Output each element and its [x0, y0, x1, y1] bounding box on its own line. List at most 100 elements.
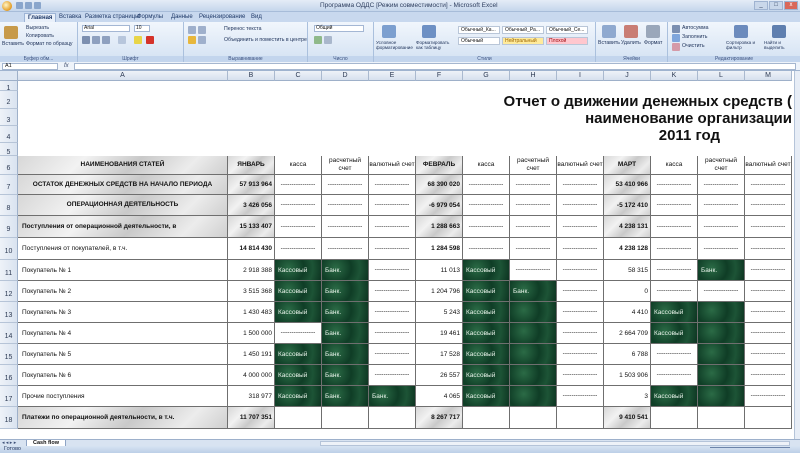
cell-h17[interactable] [510, 386, 557, 407]
cell-e11[interactable]: ---------------- [369, 260, 416, 281]
percent-icon[interactable] [324, 36, 332, 44]
cell-c9[interactable]: ---------------- [275, 216, 322, 238]
cell-i9[interactable]: ---------------- [557, 216, 604, 238]
italic-icon[interactable] [92, 36, 100, 44]
maximize-button[interactable]: □ [769, 1, 783, 10]
cell-l12[interactable]: ---------------- [698, 281, 745, 302]
cell-h11[interactable]: ---------------- [510, 260, 557, 281]
number-format-select[interactable]: Общий [314, 25, 364, 32]
cell-d13[interactable]: Банк. [322, 302, 369, 323]
sort-filter-button[interactable]: Сортировка и фильтр [726, 40, 760, 50]
cell-e7[interactable]: ---------------- [369, 175, 416, 195]
format-as-table-button[interactable]: Форматировать как таблицу [416, 40, 456, 50]
row-header-11[interactable]: 11 [0, 260, 18, 281]
cell-d16[interactable]: Банк. [322, 365, 369, 386]
cell-m9[interactable]: ---------------- [745, 216, 792, 238]
cell-d11[interactable]: Банк. [322, 260, 369, 281]
paste-button[interactable]: Вставить [2, 41, 24, 47]
redo-icon[interactable] [34, 2, 41, 9]
cell-l16[interactable] [698, 365, 745, 386]
fill-color-icon[interactable] [134, 36, 142, 44]
tab-insert[interactable]: Вставка [56, 13, 84, 22]
cell-c17[interactable]: Кассовый [275, 386, 322, 407]
cell-m10[interactable]: ---------------- [745, 238, 792, 260]
column-header-j[interactable]: J [604, 71, 651, 81]
row-header-2[interactable]: 2 [0, 91, 18, 109]
cell-k7[interactable]: ---------------- [651, 175, 698, 195]
clear-button[interactable]: Очистить [682, 43, 705, 49]
cell-l10[interactable]: ---------------- [698, 238, 745, 260]
conditional-formatting-button[interactable]: Условное форматирование [376, 40, 416, 50]
align-top-icon[interactable] [188, 26, 196, 34]
cell-d9[interactable]: ---------------- [322, 216, 369, 238]
style-cell-1[interactable]: Обычный_Ка... [458, 26, 500, 34]
row-header-18[interactable]: 18 [0, 407, 18, 429]
cell-k18[interactable] [651, 407, 698, 429]
format-cells-button[interactable]: Формат [644, 40, 662, 46]
format-cells-icon[interactable] [646, 25, 660, 38]
cell-g10[interactable]: ---------------- [463, 238, 510, 260]
cell-k14[interactable]: Кассовый [651, 323, 698, 344]
minimize-button[interactable]: _ [754, 1, 768, 10]
cell-e8[interactable]: ---------------- [369, 195, 416, 216]
style-bad[interactable]: Плохой [546, 37, 588, 45]
font-name-select[interactable]: Arial [82, 25, 130, 32]
style-cell-2[interactable]: Обычный_Ра... [502, 26, 544, 34]
office-button[interactable] [2, 1, 12, 11]
cell-g18[interactable] [463, 407, 510, 429]
column-header-g[interactable]: G [463, 71, 510, 81]
cell-m12[interactable]: ---------------- [745, 281, 792, 302]
cell-i10[interactable]: ---------------- [557, 238, 604, 260]
cell-k9[interactable]: ---------------- [651, 216, 698, 238]
select-all-corner[interactable] [0, 71, 18, 81]
column-header-f[interactable]: F [416, 71, 463, 81]
format-as-table-icon[interactable] [422, 25, 436, 38]
cell-k15[interactable]: ---------------- [651, 344, 698, 365]
cell-c14[interactable]: ---------------- [275, 323, 322, 344]
cell-l17[interactable] [698, 386, 745, 407]
cell-k13[interactable]: Кассовый [651, 302, 698, 323]
wrap-text-button[interactable]: Перенос текста [224, 26, 262, 32]
align-middle-icon[interactable] [198, 26, 206, 34]
cell-l13[interactable] [698, 302, 745, 323]
conditional-formatting-icon[interactable] [382, 25, 396, 38]
cell-i17[interactable]: ---------------- [557, 386, 604, 407]
cell-i8[interactable]: ---------------- [557, 195, 604, 216]
delete-cells-button[interactable]: Удалить [621, 40, 641, 46]
cell-m17[interactable]: ---------------- [745, 386, 792, 407]
font-color-icon[interactable] [146, 36, 154, 44]
cell-e17[interactable]: Банк. [369, 386, 416, 407]
undo-icon[interactable] [25, 2, 32, 9]
cell-h16[interactable] [510, 365, 557, 386]
cell-l18[interactable] [698, 407, 745, 429]
insert-cells-button[interactable]: Вставить [598, 40, 620, 46]
row-header-9[interactable]: 9 [0, 216, 18, 238]
cell-g15[interactable]: Кассовый [463, 344, 510, 365]
cell-c7[interactable]: ---------------- [275, 175, 322, 195]
save-icon[interactable] [16, 2, 23, 9]
autosum-icon[interactable] [672, 25, 680, 33]
cell-i12[interactable]: ---------------- [557, 281, 604, 302]
cell-g17[interactable]: Кассовый [463, 386, 510, 407]
cell-k17[interactable]: Кассовый [651, 386, 698, 407]
row-header-1[interactable]: 1 [0, 81, 18, 92]
close-button[interactable]: x [784, 1, 798, 10]
cell-e15[interactable]: ---------------- [369, 344, 416, 365]
cell-h12[interactable]: Банк. [510, 281, 557, 302]
cell-d8[interactable]: ---------------- [322, 195, 369, 216]
cell-c12[interactable]: Кассовый [275, 281, 322, 302]
column-header-d[interactable]: D [322, 71, 369, 81]
cell-i11[interactable]: ---------------- [557, 260, 604, 281]
row-header-14[interactable]: 14 [0, 323, 18, 344]
worksheet-grid[interactable]: A B C D E F G H I J K L M 1 2 3 4 5 6 7 8 9 10 11 12 13 14 15 16 17 18… [0, 71, 800, 439]
sort-filter-icon[interactable] [734, 25, 748, 38]
cell-m8[interactable]: ---------------- [745, 195, 792, 216]
currency-icon[interactable] [314, 36, 322, 44]
cell-d12[interactable]: Банк. [322, 281, 369, 302]
cell-e18[interactable] [369, 407, 416, 429]
cell-k11[interactable]: ---------------- [651, 260, 698, 281]
cell-m7[interactable]: ---------------- [745, 175, 792, 195]
cell-h13[interactable] [510, 302, 557, 323]
cut-button[interactable]: Вырезать [26, 25, 49, 31]
cell-l15[interactable] [698, 344, 745, 365]
